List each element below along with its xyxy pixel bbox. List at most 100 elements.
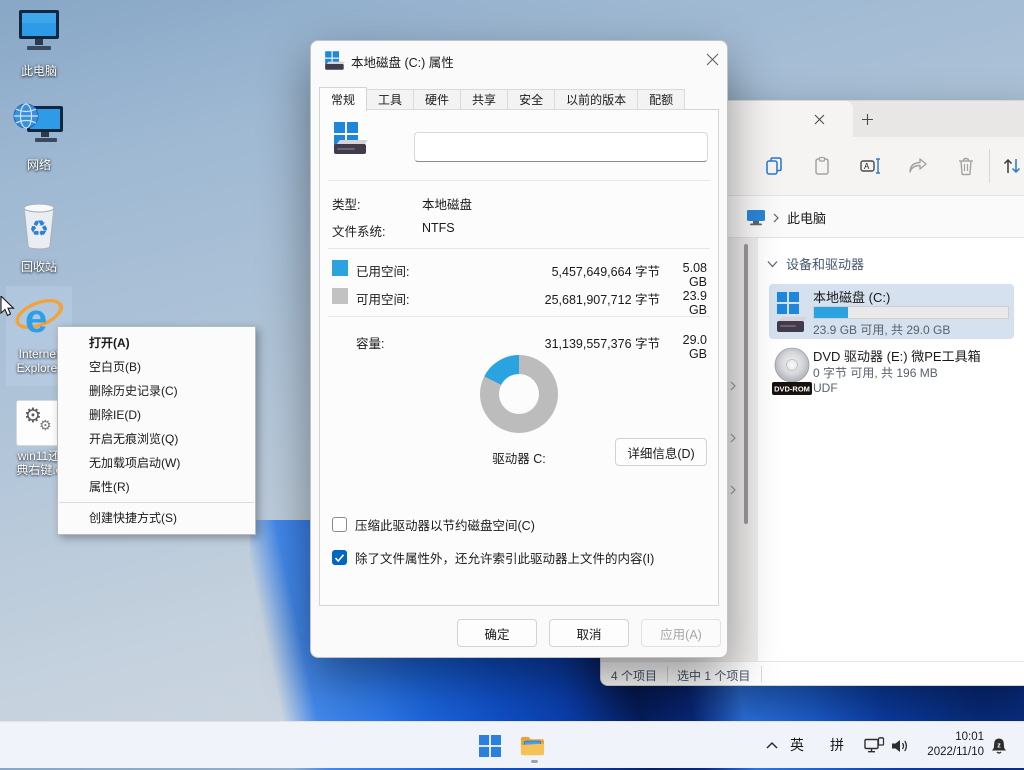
desktop-icon-this-pc[interactable]: 此电脑 [6, 8, 72, 78]
desktop-icon-recycle-bin[interactable]: ♻ 回收站 [6, 200, 72, 274]
ime-pinyin-indicator[interactable]: 拼 [830, 735, 844, 755]
start-button[interactable] [477, 733, 502, 758]
tab-general[interactable]: 常规 [319, 87, 367, 111]
tab-sharing[interactable]: 共享 [461, 89, 508, 110]
svg-text:A: A [864, 162, 870, 171]
menu-item-inprivate[interactable]: 开启无痕浏览(Q) [58, 427, 255, 451]
status-divider [761, 666, 762, 682]
desktop-icon-label: 网络 [6, 158, 72, 172]
drive-usage-fill [814, 307, 848, 318]
this-pc-mini-icon [746, 209, 766, 226]
menu-item-no-addons[interactable]: 无加载项启动(W) [58, 451, 255, 475]
capacity-label: 容量: [356, 333, 384, 352]
gears-icon: ⚙ ⚙ [16, 400, 62, 446]
details-button[interactable]: 详细信息(D) [615, 438, 707, 466]
drive-info: 23.9 GB 可用, 共 29.0 GB [813, 321, 950, 338]
tab-quota[interactable]: 配额 [638, 89, 685, 110]
tab-security[interactable]: 安全 [508, 89, 555, 110]
breadcrumb-chevron-icon [772, 213, 780, 223]
desktop-icon-label: 回收站 [6, 260, 72, 274]
copy-icon[interactable] [763, 155, 785, 177]
dvd-rom-icon: DVD-ROM [772, 345, 812, 397]
toolbar-separator [989, 149, 990, 183]
used-space-size: 5.08 GB [665, 261, 707, 289]
explorer-status-bar: 4 个项目 选中 1 个项目 [601, 661, 1024, 686]
bell-dnd-icon: z [990, 737, 1008, 755]
filesystem-value: NTFS [422, 221, 455, 240]
sort-icon[interactable] [1001, 155, 1023, 177]
dialog-close-button[interactable] [699, 46, 725, 72]
used-space-label: 已用空间: [356, 261, 409, 280]
folder-icon [520, 733, 545, 758]
share-icon[interactable] [907, 155, 929, 177]
menu-item-properties[interactable]: 属性(R) [58, 475, 255, 499]
checkbox-unchecked[interactable] [332, 517, 347, 532]
free-space-row: 可用空间: 25,681,907,712 字节 23.9 GB [332, 288, 708, 306]
speaker-icon [891, 738, 910, 754]
capacity-row: 容量: 31,139,557,376 字节 29.0 GB [332, 332, 708, 350]
tree-chevron-icon[interactable] [728, 381, 738, 391]
index-checkbox-row[interactable]: 除了文件属性外，还允许索引此驱动器上文件的内容(I) [332, 548, 654, 567]
tab-tools[interactable]: 工具 [367, 89, 414, 110]
dialog-tab-strip: 常规 工具 硬件 共享 安全 以前的版本 配额 [319, 87, 685, 110]
delete-icon[interactable] [955, 155, 977, 177]
taskbar-clock[interactable]: 10:01 2022/11/10 [912, 730, 984, 760]
tab-close-button[interactable] [808, 109, 830, 129]
drive-name: DVD 驱动器 (E:) 微PE工具箱 [813, 346, 981, 365]
free-space-bytes: 25,681,907,712 字节 [500, 289, 660, 308]
tray-time: 10:01 [912, 730, 984, 745]
network-tray-button[interactable] [862, 733, 887, 758]
general-tab-page: 类型: 本地磁盘 文件系统: NTFS 已用空间: 5,457,649,664 … [319, 109, 719, 606]
svg-text:z: z [997, 742, 1001, 749]
volume-tray-button[interactable] [888, 733, 913, 758]
index-checkbox-label: 除了文件属性外，还允许索引此驱动器上文件的内容(I) [355, 548, 654, 567]
cancel-button[interactable]: 取消 [549, 619, 629, 647]
ok-button[interactable]: 确定 [457, 619, 537, 647]
drive-usage-bar [813, 306, 1009, 319]
dialog-title: 本地磁盘 (C:) 属性 [351, 52, 454, 71]
separator [328, 180, 710, 181]
menu-item-blank-page[interactable]: 空白页(B) [58, 355, 255, 379]
status-divider [667, 666, 668, 682]
menu-item-delete-ie[interactable]: 删除IE(D) [58, 403, 255, 427]
used-space-bytes: 5,457,649,664 字节 [500, 261, 660, 280]
paste-icon[interactable] [811, 155, 833, 177]
filesystem-row: 文件系统: NTFS [332, 221, 455, 240]
desktop-icon-network[interactable]: 网络 [6, 100, 72, 172]
filesystem-label: 文件系统: [332, 221, 422, 240]
mouse-cursor [0, 296, 15, 318]
checkbox-checked[interactable] [332, 550, 347, 565]
nav-scrollbar-thumb[interactable] [744, 244, 748, 524]
tray-chevron-button[interactable] [762, 733, 782, 758]
apply-button[interactable]: 应用(A) [641, 619, 721, 647]
dvd-drive-row[interactable]: DVD-ROM DVD 驱动器 (E:) 微PE工具箱 0 字节 可用, 共 1… [769, 343, 1014, 400]
tab-hardware[interactable]: 硬件 [414, 89, 461, 110]
separator [328, 248, 710, 249]
volume-label-input[interactable] [414, 132, 708, 162]
drive-filesystem: UDF [813, 381, 838, 395]
compress-checkbox-row[interactable]: 压缩此驱动器以节约磁盘空间(C) [332, 515, 535, 534]
section-devices-and-drives[interactable]: 设备和驱动器 [767, 254, 864, 273]
file-explorer-taskbar-button[interactable] [520, 733, 545, 758]
menu-item-delete-history[interactable]: 删除历史记录(C) [58, 379, 255, 403]
separator [328, 316, 710, 317]
breadcrumb[interactable]: 此电脑 [787, 208, 826, 227]
svg-text:♻: ♻ [29, 217, 49, 242]
notification-center-button[interactable]: z [986, 733, 1011, 758]
drive-info: 0 字节 可用, 共 196 MB [813, 364, 938, 381]
svg-text:DVD-ROM: DVD-ROM [774, 385, 810, 394]
section-header-label: 设备和驱动器 [786, 254, 864, 273]
tree-chevron-icon[interactable] [728, 485, 738, 495]
tree-chevron-icon[interactable] [728, 433, 738, 443]
network-icon [864, 737, 885, 754]
items-count: 4 个项目 [611, 667, 657, 684]
new-tab-button[interactable] [856, 109, 878, 129]
rename-icon[interactable]: A [859, 155, 881, 177]
disk-usage-donut-chart [480, 355, 558, 433]
capacity-size: 29.0 GB [665, 333, 707, 361]
menu-item-create-shortcut[interactable]: 创建快捷方式(S) [58, 506, 255, 530]
tab-previous-versions[interactable]: 以前的版本 [555, 89, 638, 110]
drive-c-row[interactable]: 本地磁盘 (C:) 23.9 GB 可用, 共 29.0 GB [769, 284, 1014, 339]
menu-item-open[interactable]: 打开(A) [58, 331, 255, 355]
ime-english-indicator[interactable]: 英 [790, 735, 804, 755]
